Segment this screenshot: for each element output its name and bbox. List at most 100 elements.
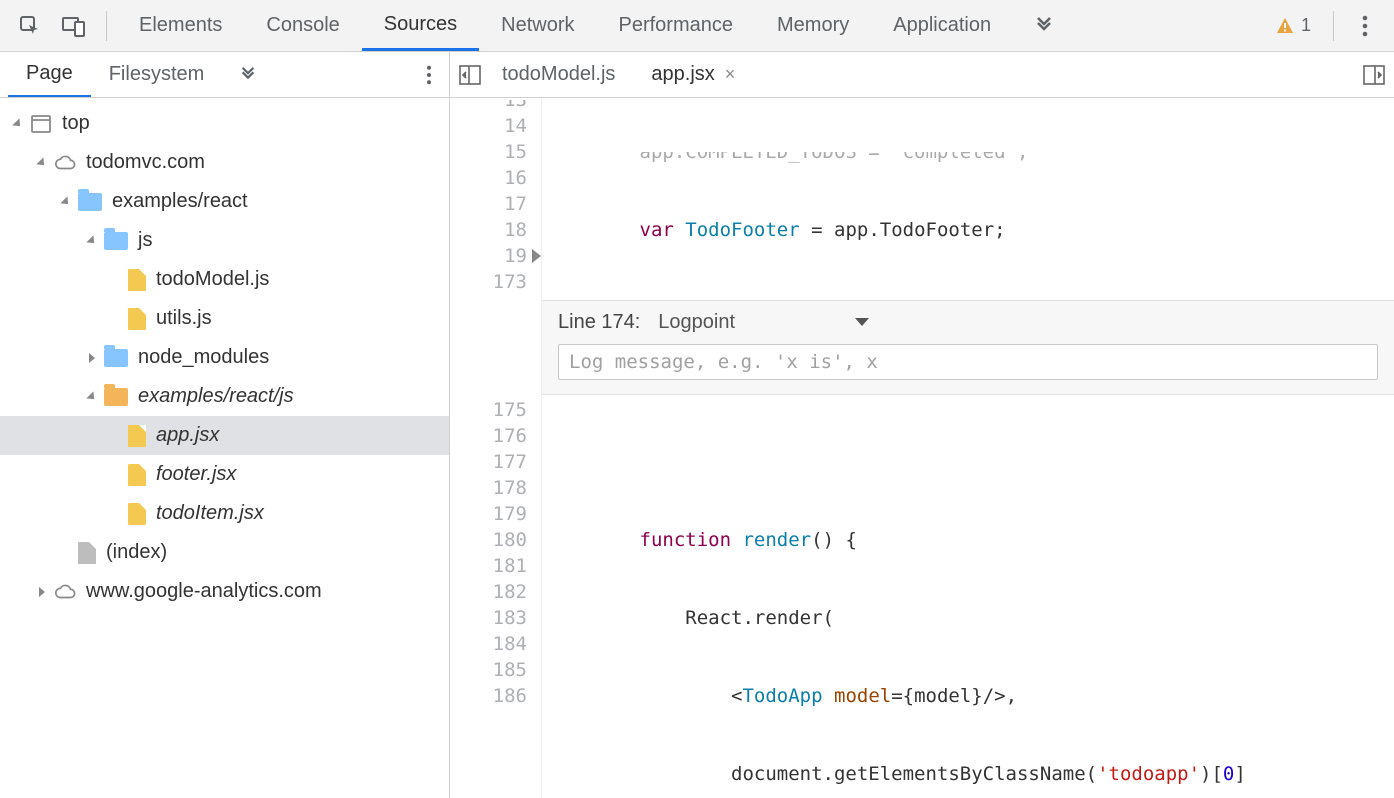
warning-count: 1 (1301, 15, 1311, 36)
tree-file[interactable]: todoModel.js (0, 260, 449, 299)
warnings-badge[interactable]: 1 (1275, 15, 1311, 36)
code-body[interactable]: function render() { React.render( <TodoA… (542, 395, 1394, 798)
tree-top[interactable]: top (0, 104, 449, 143)
twisty-icon[interactable] (34, 584, 50, 600)
twisty-icon[interactable] (84, 350, 100, 366)
line-number[interactable]: 180 (450, 527, 527, 553)
tree-file[interactable]: app.jsx (0, 416, 449, 455)
tree-file[interactable]: (index) (0, 533, 449, 572)
line-number[interactable]: 15 (450, 139, 527, 165)
line-number[interactable]: 18 (450, 217, 527, 243)
folder-icon (78, 193, 102, 211)
line-number[interactable]: 17 (450, 191, 527, 217)
code-line[interactable]: React.render( (548, 605, 1394, 631)
sidebar-menu-icon[interactable] (409, 65, 449, 85)
breakpoint-type-select[interactable]: Logpoint (658, 311, 869, 334)
logpoint-panel: Line 174: Logpoint (542, 300, 1394, 395)
code-line[interactable]: <TodoApp model={model}/>, (548, 683, 1394, 709)
tree-folder[interactable]: examples/react/js (0, 377, 449, 416)
twisty-icon[interactable] (34, 155, 50, 171)
editor-tab[interactable]: app.jsx × (633, 52, 753, 97)
code-line[interactable]: document.getElementsByClassName('todoapp… (548, 761, 1394, 787)
line-number[interactable]: 13 (450, 100, 527, 113)
code-body[interactable]: app.COMPLETED_TODOS = 'completed'; var T… (542, 98, 1394, 300)
tree-label: node_modules (138, 346, 269, 369)
tree-label: todoModel.js (156, 268, 269, 291)
tab-performance[interactable]: Performance (597, 0, 756, 51)
line-number[interactable]: 14 (450, 113, 527, 139)
line-number[interactable]: 179 (450, 501, 527, 527)
code-line[interactable]: function render() { (548, 527, 1394, 553)
sidebar-tab-filesystem[interactable]: Filesystem (91, 52, 223, 97)
line-number[interactable]: 175 (450, 397, 527, 423)
close-icon[interactable]: × (725, 64, 736, 85)
tree-domain[interactable]: todomvc.com (0, 143, 449, 182)
editor-tab-label: app.jsx (651, 63, 714, 86)
tab-console[interactable]: Console (244, 0, 361, 51)
inspect-icon[interactable] (12, 8, 48, 44)
folder-icon (104, 232, 128, 250)
logpoint-line-label: Line 174: (558, 311, 640, 334)
file-icon (78, 542, 96, 564)
frame-icon (30, 113, 52, 135)
file-icon (128, 464, 146, 486)
tab-application[interactable]: Application (871, 0, 1013, 51)
line-number[interactable]: 177 (450, 449, 527, 475)
file-icon (128, 308, 146, 330)
tree-label: examples/react (112, 190, 248, 213)
code-line[interactable] (548, 449, 1394, 475)
tree-label: utils.js (156, 307, 212, 330)
show-debugger-icon[interactable] (1360, 61, 1388, 89)
sidebar-tabs-overflow[interactable] (222, 52, 274, 97)
line-number[interactable]: 19 (450, 243, 527, 269)
twisty-icon[interactable] (84, 233, 100, 249)
line-number[interactable]: 174 (450, 295, 527, 300)
code-editor[interactable]: 175 176 177 178 179 180 181 182 183 184 … (450, 395, 1394, 798)
device-toggle-icon[interactable] (56, 8, 92, 44)
tree-folder[interactable]: examples/react (0, 182, 449, 221)
line-number[interactable]: 182 (450, 579, 527, 605)
twisty-icon[interactable] (84, 389, 100, 405)
toolbar-menu-icon[interactable] (1350, 11, 1380, 41)
breakpoint-type-label: Logpoint (658, 311, 735, 334)
line-number[interactable]: 176 (450, 423, 527, 449)
tree-file[interactable]: footer.jsx (0, 455, 449, 494)
tree-domain[interactable]: www.google-analytics.com (0, 572, 449, 611)
tabs-overflow[interactable] (1013, 0, 1075, 51)
show-navigator-icon[interactable] (456, 61, 484, 89)
line-number[interactable]: 184 (450, 631, 527, 657)
gutter[interactable]: 175 176 177 178 179 180 181 182 183 184 … (450, 395, 542, 798)
tree-label: todomvc.com (86, 151, 205, 174)
line-number[interactable]: 183 (450, 605, 527, 631)
tree-file[interactable]: utils.js (0, 299, 449, 338)
tree-folder[interactable]: node_modules (0, 338, 449, 377)
tab-network[interactable]: Network (479, 0, 596, 51)
tree-label: footer.jsx (156, 463, 236, 486)
gutter[interactable]: 13 14 15 16 17 18 19 173 174 (450, 98, 542, 300)
tree-folder[interactable]: js (0, 221, 449, 260)
separator (1333, 11, 1334, 41)
code-line[interactable]: var TodoFooter = app.TodoFooter; (548, 217, 1394, 243)
tab-elements[interactable]: Elements (117, 0, 244, 51)
line-number[interactable]: 181 (450, 553, 527, 579)
editor-tab[interactable]: todoModel.js (484, 52, 633, 97)
tree-label: app.jsx (156, 424, 219, 447)
cloud-icon (54, 152, 76, 174)
fold-arrow-icon[interactable] (532, 249, 541, 263)
tab-memory[interactable]: Memory (755, 0, 871, 51)
devtools-toolbar: Elements Console Sources Network Perform… (0, 0, 1394, 52)
line-number[interactable]: 186 (450, 683, 527, 709)
twisty-icon[interactable] (10, 116, 26, 132)
code-line[interactable]: app.COMPLETED_TODOS = 'completed'; (548, 152, 1394, 165)
twisty-icon[interactable] (58, 194, 74, 210)
sidebar-tab-page[interactable]: Page (8, 52, 91, 97)
tree-file[interactable]: todoItem.jsx (0, 494, 449, 533)
line-number[interactable]: 178 (450, 475, 527, 501)
code-editor[interactable]: 13 14 15 16 17 18 19 173 174 app.COMPLET… (450, 98, 1394, 300)
line-number[interactable]: 16 (450, 165, 527, 191)
line-number[interactable]: 185 (450, 657, 527, 683)
line-number[interactable]: 173 (450, 269, 527, 295)
logpoint-input[interactable] (558, 344, 1378, 380)
tab-sources[interactable]: Sources (362, 0, 479, 51)
file-icon (128, 503, 146, 525)
